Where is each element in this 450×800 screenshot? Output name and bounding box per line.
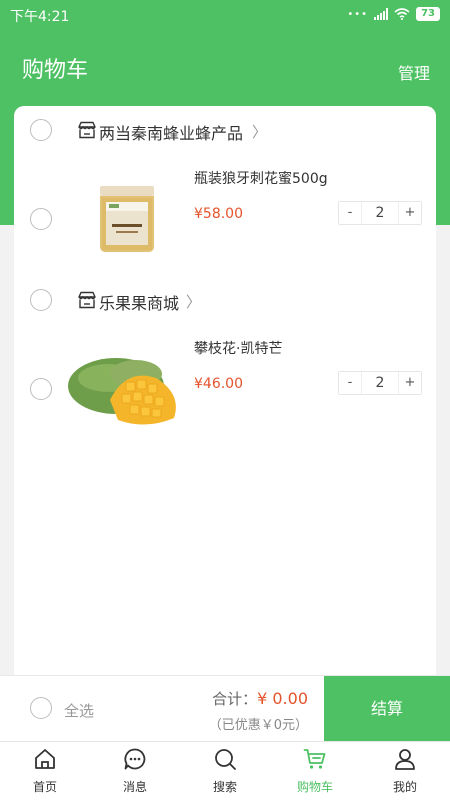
- select-all-label[interactable]: 全选: [64, 700, 94, 721]
- decrease-button[interactable]: -: [339, 202, 361, 224]
- cart-icon: [303, 749, 326, 769]
- cart-card: 两当秦南蜂业蜂产品 〉 瓶装狼牙刺花蜜500g ¥58.00 - 2 + 乐果果…: [14, 106, 436, 676]
- wifi-icon: [394, 8, 410, 20]
- shop-header: 两当秦南蜂业蜂产品 〉: [14, 115, 436, 145]
- quantity-value[interactable]: 2: [361, 372, 399, 394]
- total-label: 合计：: [212, 690, 258, 708]
- item-price: ¥58.00: [194, 206, 243, 222]
- shop-header: 乐果果商城 〉: [14, 285, 436, 315]
- tab-search[interactable]: 搜索: [180, 742, 270, 800]
- tab-cart[interactable]: 购物车: [270, 742, 360, 800]
- item-price: ¥46.00: [194, 376, 243, 392]
- decrease-button[interactable]: -: [339, 372, 361, 394]
- tab-label: 消息: [122, 780, 147, 794]
- increase-button[interactable]: +: [399, 202, 421, 224]
- tab-label: 搜索: [212, 780, 237, 794]
- checkout-bar: 全选 合计：¥ 0.00 （已优惠￥0元） 结算: [0, 675, 450, 742]
- user-icon: [395, 749, 415, 770]
- checkout-button[interactable]: 结算: [324, 676, 450, 742]
- quantity-stepper: - 2 +: [338, 201, 422, 225]
- select-all-checkbox[interactable]: [30, 697, 52, 719]
- shop-checkbox[interactable]: [30, 289, 52, 311]
- signal-icon: [374, 8, 389, 20]
- chevron-right-icon[interactable]: 〉: [252, 121, 267, 142]
- shop-icon: [78, 291, 96, 309]
- quantity-stepper: - 2 +: [338, 371, 422, 395]
- message-icon: [124, 748, 146, 770]
- page-title: 购物车: [22, 58, 89, 83]
- item-title[interactable]: 瓶装狼牙刺花蜜500g: [194, 168, 328, 188]
- increase-button[interactable]: +: [399, 372, 421, 394]
- quantity-value[interactable]: 2: [361, 202, 399, 224]
- total-line: 合计：¥ 0.00: [212, 688, 308, 709]
- item-checkbox[interactable]: [30, 378, 52, 400]
- discount-text: （已优惠￥0元）: [208, 718, 308, 733]
- battery-icon: 73: [416, 7, 440, 21]
- shop-icon: [78, 121, 96, 139]
- tab-home[interactable]: 首页: [0, 742, 90, 800]
- item-title[interactable]: 攀枝花·凯特芒: [194, 338, 282, 358]
- tab-bar: 首页 消息 搜索 购物车 我的: [0, 741, 450, 800]
- header: 购物车 管理: [0, 30, 450, 106]
- honey-jar-image[interactable]: [66, 168, 186, 268]
- tab-profile[interactable]: 我的: [360, 742, 450, 800]
- status-time: 下午4:21: [10, 9, 70, 25]
- status-icons: ••• 73: [347, 7, 440, 21]
- shop-name[interactable]: 乐果果商城: [99, 290, 179, 314]
- tab-label: 购物车: [296, 780, 333, 794]
- shop-checkbox[interactable]: [30, 119, 52, 141]
- shop-name[interactable]: 两当秦南蜂业蜂产品: [99, 120, 243, 144]
- item-checkbox[interactable]: [30, 208, 52, 230]
- notification-dots-icon: •••: [347, 8, 369, 20]
- total-amount: ¥ 0.00: [257, 689, 308, 708]
- mango-image[interactable]: [66, 338, 186, 438]
- tab-label: 我的: [392, 780, 417, 794]
- home-icon: [35, 749, 55, 769]
- tab-label: 首页: [32, 780, 57, 794]
- manage-button[interactable]: 管理: [398, 60, 430, 84]
- status-bar: 下午4:21 ••• 73: [0, 0, 450, 30]
- cart-item: 攀枝花·凯特芒 ¥46.00 - 2 +: [14, 338, 436, 438]
- cart-item: 瓶装狼牙刺花蜜500g ¥58.00 - 2 +: [14, 168, 436, 268]
- search-icon: [215, 749, 236, 770]
- chevron-right-icon[interactable]: 〉: [186, 291, 201, 312]
- tab-messages[interactable]: 消息: [90, 742, 180, 800]
